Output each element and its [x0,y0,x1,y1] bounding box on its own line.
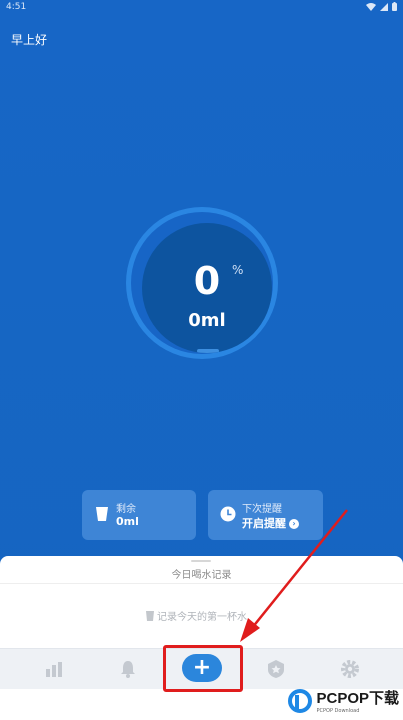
percent-sign: % [232,263,244,277]
cup-icon [146,610,154,621]
percent-value: 0 [193,259,221,303]
remaining-value: 0ml [116,515,139,528]
clock-icon [220,506,236,522]
watermark-subtext: PCPOP Download [316,708,360,714]
sheet-handle[interactable] [191,560,211,562]
enable-reminder-text: 开启提醒 [242,517,286,530]
wifi-icon [366,2,376,11]
sheet-title: 今日喝水记录 [171,570,232,581]
remaining-card[interactable]: 剩余 0ml [82,490,196,540]
signal-icon [380,2,388,11]
battery-icon [392,2,397,11]
progress-inner: 0 % 0ml [142,223,272,353]
app-screen: 4:51 早上好 0 % 0ml 剩余 0ml 下次提醒 开启提醒 › 今日喝水… [0,0,403,720]
next-reminder-card[interactable]: 下次提醒 开启提醒 › [208,490,323,540]
badge-icon[interactable] [266,659,286,679]
watermark-text: PCPOP下载 [316,690,399,707]
remaining-label: 剩余 [116,504,136,515]
next-reminder-label: 下次提醒 [242,504,282,515]
status-icons [366,2,397,11]
bell-icon[interactable] [118,659,138,679]
greeting-text: 早上好 [11,33,48,47]
progress-ring[interactable]: 0 % 0ml [126,207,278,359]
chevron-right-icon: › [289,519,299,529]
empty-state: 记录今天的第一杯水 [146,608,247,623]
cup-icon [96,507,108,521]
intake-amount: 0ml [188,310,226,331]
annotation-highlight-box [163,645,243,692]
pcpop-watermark: PCPOP下载 PCPOP Download [288,687,399,714]
empty-state-text: 记录今天的第一杯水 [157,612,247,623]
water-level [197,349,219,353]
status-time: 4:51 [6,2,27,12]
status-bar: 4:51 [0,0,403,16]
enable-reminder-link[interactable]: 开启提醒 › [242,515,299,531]
bar-chart-icon[interactable] [44,659,64,679]
pcpop-logo-icon [288,688,313,713]
gear-icon[interactable] [340,659,360,679]
divider [0,583,403,584]
